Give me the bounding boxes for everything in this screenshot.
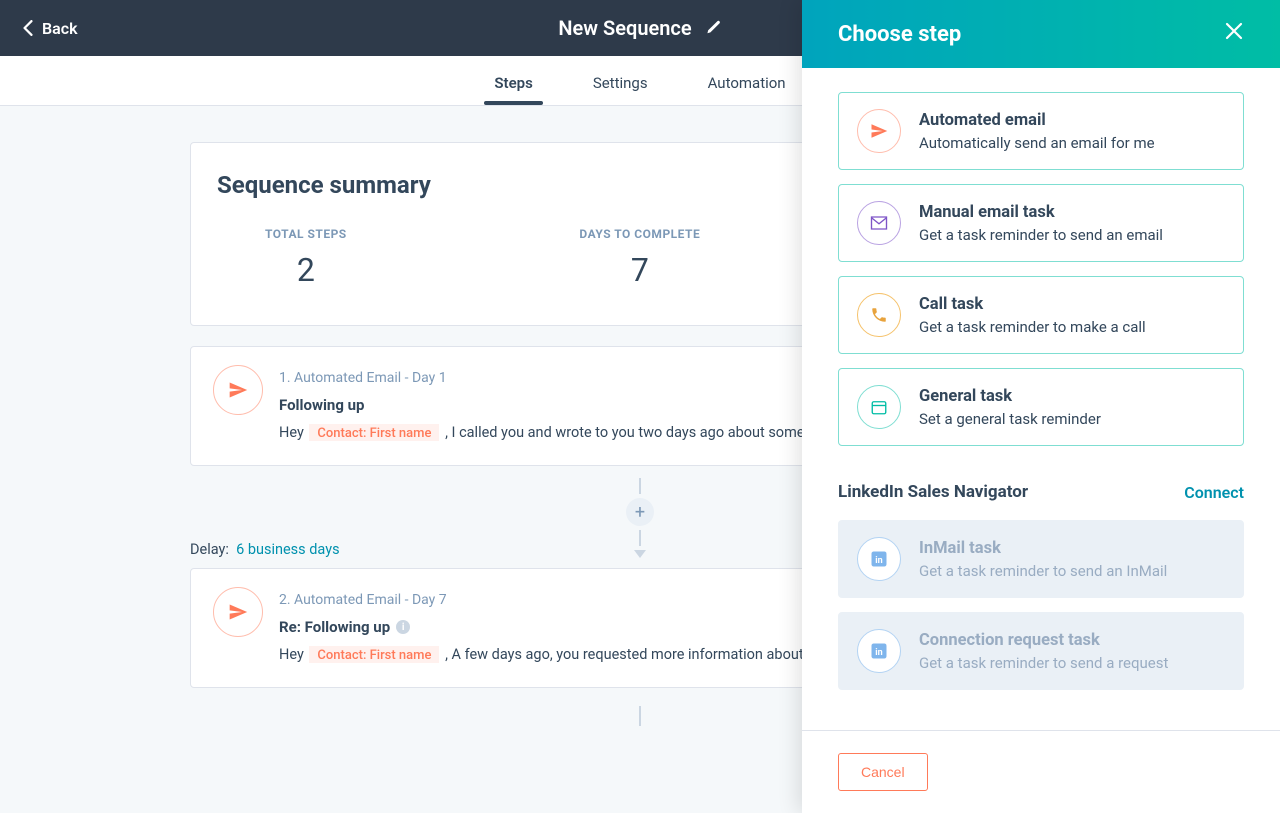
- stat-label: DAYS TO COMPLETE: [579, 227, 700, 241]
- panel-footer: Cancel: [802, 730, 1280, 813]
- subject-text: Re: Following up: [279, 618, 390, 636]
- option-desc: Get a task reminder to make a call: [919, 318, 1146, 336]
- option-manual-email[interactable]: Manual email task Get a task reminder to…: [838, 184, 1244, 262]
- linkedin-heading: LinkedIn Sales Navigator: [838, 482, 1028, 502]
- tab-steps[interactable]: Steps: [492, 74, 534, 105]
- option-general-task[interactable]: General task Set a general task reminder: [838, 368, 1244, 446]
- option-title: Call task: [919, 295, 1146, 314]
- delay-label: Delay: 6 business days: [190, 541, 340, 558]
- calendar-icon: [857, 385, 901, 429]
- svg-text:in: in: [875, 648, 882, 658]
- phone-icon: [857, 293, 901, 337]
- option-desc: Get a task reminder to send an email: [919, 226, 1163, 244]
- option-title: Connection request task: [919, 631, 1168, 650]
- add-step-button[interactable]: +: [626, 498, 654, 526]
- option-connection-request: in Connection request task Get a task re…: [838, 612, 1244, 690]
- page-title-wrap: New Sequence: [558, 16, 721, 40]
- tab-automation[interactable]: Automation: [706, 74, 788, 105]
- option-desc: Get a task reminder to send a request: [919, 654, 1168, 672]
- option-desc: Automatically send an email for me: [919, 134, 1155, 152]
- contact-token: Contact: First name: [309, 424, 439, 441]
- connector-line: [639, 706, 641, 726]
- option-desc: Get a task reminder to send an InMail: [919, 562, 1167, 580]
- stat-value: 7: [579, 251, 700, 289]
- close-icon[interactable]: [1224, 21, 1244, 47]
- send-icon: [213, 365, 263, 415]
- panel-header: Choose step: [802, 0, 1280, 68]
- connector-line: [639, 530, 641, 546]
- option-title: General task: [919, 387, 1101, 406]
- delay-text: Delay:: [190, 541, 229, 558]
- option-title: InMail task: [919, 539, 1167, 558]
- arrow-down-icon: [634, 550, 646, 558]
- choose-step-panel: Choose step Automated email Automaticall…: [802, 0, 1280, 813]
- linkedin-connect-link[interactable]: Connect: [1184, 483, 1244, 502]
- option-title: Automated email: [919, 111, 1155, 130]
- option-desc: Set a general task reminder: [919, 410, 1101, 428]
- option-call-task[interactable]: Call task Get a task reminder to make a …: [838, 276, 1244, 354]
- delay-value[interactable]: 6 business days: [236, 541, 339, 558]
- linkedin-icon: in: [857, 629, 901, 673]
- panel-title: Choose step: [838, 22, 961, 47]
- linkedin-heading-row: LinkedIn Sales Navigator Connect: [838, 482, 1244, 502]
- option-automated-email[interactable]: Automated email Automatically send an em…: [838, 92, 1244, 170]
- connector-line: [639, 478, 641, 494]
- send-icon: [857, 109, 901, 153]
- page-title: New Sequence: [558, 16, 691, 40]
- info-icon[interactable]: i: [396, 620, 410, 634]
- preview-text: Hey: [279, 424, 307, 441]
- tab-settings[interactable]: Settings: [591, 74, 650, 105]
- stat-value: 2: [265, 251, 347, 289]
- option-inmail-task: in InMail task Get a task reminder to se…: [838, 520, 1244, 598]
- option-title: Manual email task: [919, 203, 1163, 222]
- contact-token: Contact: First name: [309, 646, 439, 663]
- back-button[interactable]: Back: [0, 19, 78, 38]
- stat-total-steps: TOTAL STEPS 2: [265, 227, 347, 289]
- stat-label: TOTAL STEPS: [265, 227, 347, 241]
- svg-text:in: in: [875, 556, 882, 566]
- edit-icon[interactable]: [706, 20, 722, 36]
- preview-text: Hey: [279, 646, 307, 663]
- preview-text: , I called you and wrote to you two days…: [445, 424, 843, 441]
- back-label: Back: [42, 19, 78, 38]
- linkedin-icon: in: [857, 537, 901, 581]
- cancel-button[interactable]: Cancel: [838, 753, 928, 791]
- panel-body: Automated email Automatically send an em…: [802, 68, 1280, 730]
- send-icon: [213, 587, 263, 637]
- stat-days: DAYS TO COMPLETE 7: [579, 227, 700, 289]
- mail-icon: [857, 201, 901, 245]
- chevron-left-icon: [22, 20, 34, 36]
